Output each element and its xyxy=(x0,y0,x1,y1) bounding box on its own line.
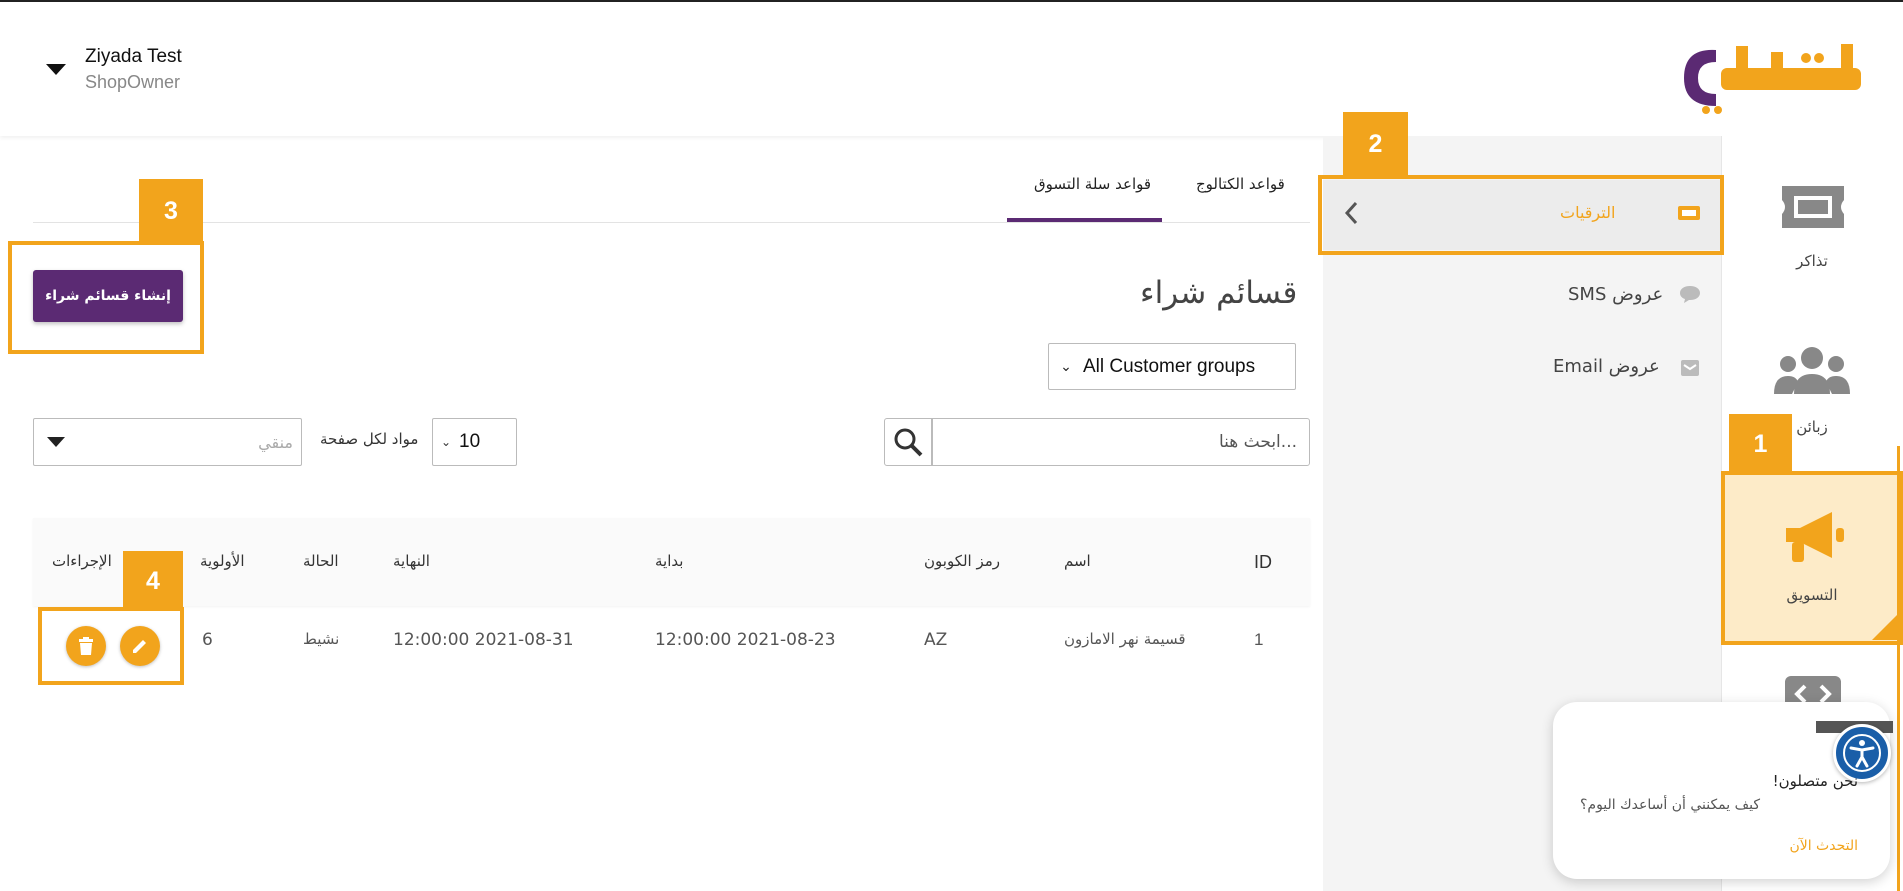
sidebar-item-sms[interactable]: عروض SMS xyxy=(1568,284,1663,305)
annotation-tag-1: 1 xyxy=(1729,414,1792,474)
sidebar-item-email[interactable]: عروض Email xyxy=(1553,356,1660,377)
th-priority[interactable]: الأولوية xyxy=(200,552,245,570)
th-coupon[interactable]: رمز الكوبون xyxy=(924,552,1000,570)
customer-group-value: All Customer groups xyxy=(1083,355,1256,377)
annotation-box-1 xyxy=(1721,471,1903,645)
tabs-divider xyxy=(33,222,1310,223)
cell-id: 1 xyxy=(1254,630,1264,649)
chat-title: نحن متصلون! xyxy=(1772,772,1858,790)
annotation-box-2 xyxy=(1318,175,1724,255)
th-name[interactable]: اسم xyxy=(1064,552,1091,570)
accessibility-icon xyxy=(1843,734,1881,772)
page-title: قسائم شراء xyxy=(1140,275,1298,311)
th-start[interactable]: بداية xyxy=(655,552,683,570)
cell-end: 2021-08-31 12:00:00 xyxy=(393,630,574,650)
per-page-select[interactable]: ⌄ 10 xyxy=(432,418,517,466)
per-page-label: مواد لكل صفحة xyxy=(320,430,419,448)
annotation-tag-4: 4 xyxy=(123,551,183,611)
user-menu-caret-icon[interactable] xyxy=(46,64,66,75)
chat-bubble-icon xyxy=(1679,284,1701,308)
annotation-tag-3: 3 xyxy=(139,179,203,243)
cell-status: نشيط xyxy=(303,630,340,648)
search-button[interactable] xyxy=(884,418,932,466)
active-tab-indicator xyxy=(1007,218,1162,222)
th-actions: الإجراءات xyxy=(52,552,112,570)
chevron-down-icon: ⌄ xyxy=(1060,358,1072,375)
cell-name: قسيمة نهر الامازون xyxy=(1064,630,1186,648)
brand-logo[interactable] xyxy=(1676,38,1878,118)
per-page-value: 10 xyxy=(459,431,481,452)
chat-subtitle: كيف يمكنني أن أساعدك اليوم؟ xyxy=(1579,797,1760,813)
th-end[interactable]: النهاية xyxy=(393,552,430,570)
tab-cart-rules[interactable]: قواعد سلة التسوق xyxy=(1034,175,1151,193)
annotation-tag-2: 2 xyxy=(1343,112,1408,177)
th-id[interactable]: ID xyxy=(1254,552,1272,573)
annotation-box-3 xyxy=(8,241,204,354)
annotation-box-4 xyxy=(38,607,184,685)
search-input[interactable]: ...ابحث هنا xyxy=(932,418,1310,466)
user-role: ShopOwner xyxy=(85,72,181,92)
search-icon xyxy=(894,428,923,457)
customer-group-select[interactable]: ⌄ All Customer groups xyxy=(1048,343,1296,390)
app-header xyxy=(0,2,1903,136)
caret-down-icon xyxy=(47,437,65,447)
chat-start-link[interactable]: التحدث الآن xyxy=(1700,838,1858,854)
chevron-down-icon: ⌄ xyxy=(440,435,452,449)
cell-priority: 6 xyxy=(202,630,213,650)
ticket-icon[interactable] xyxy=(1778,182,1848,236)
user-name[interactable]: Ziyada Test xyxy=(85,46,182,68)
filter-select[interactable]: منقي xyxy=(33,418,302,466)
rail-item-tickets[interactable]: تذاكر xyxy=(1721,252,1903,270)
cell-coupon: AZ xyxy=(924,630,948,650)
users-icon[interactable] xyxy=(1774,344,1850,400)
cell-start: 2021-08-23 12:00:00 xyxy=(655,630,836,650)
tab-catalog-rules[interactable]: قواعد الكتالوج xyxy=(1196,175,1285,193)
email-icon xyxy=(1679,357,1701,383)
filter-placeholder: منقي xyxy=(258,432,293,452)
th-status[interactable]: الحالة xyxy=(303,552,339,570)
